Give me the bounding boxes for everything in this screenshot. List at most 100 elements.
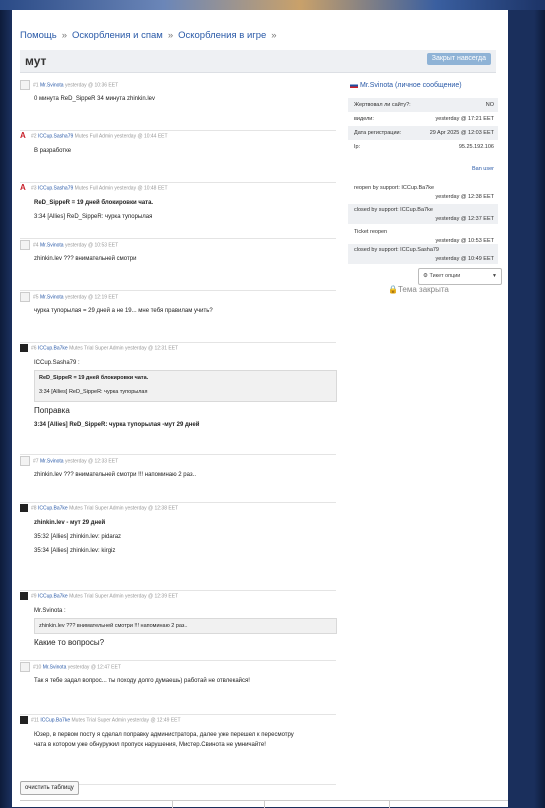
post-number[interactable]: #5	[33, 294, 39, 300]
post-text: чата в котором уже обнуружил пропуск нар…	[34, 742, 266, 748]
post-text: ReD_SippeR = 19 дней блокировки чата.	[34, 200, 154, 206]
post-time: yesterday @ 10:48 EET	[114, 185, 168, 192]
post-text: 3:34 [Allies] ReD_SippeR: чурка тупорыла…	[34, 422, 200, 428]
avatar-icon	[20, 344, 28, 352]
lock-icon: 🔒	[388, 285, 398, 294]
post-role: Mutes Full Admin	[74, 133, 114, 140]
post-text: В разработке	[34, 148, 72, 154]
quote-text: zhinkin.lev ??? внимательней смотри !!! …	[39, 623, 188, 629]
history-entry: closed by support: ICCup.Ba7ke yesterday…	[348, 204, 498, 224]
panel-row-donated: Жертвовал ли сайту?: NO	[348, 98, 498, 112]
post-role: Mutes Full Admin	[74, 185, 114, 192]
post-number[interactable]: #8	[31, 505, 37, 511]
history-action: closed by support: ICCup.Sasha79	[354, 247, 439, 253]
post-text: Mr.Svinota :	[34, 608, 66, 614]
private-message-link[interactable]: (личное сообщение)	[395, 82, 462, 89]
panel-row-label: видели:	[354, 116, 374, 122]
avatar-icon	[20, 504, 28, 512]
post-number[interactable]: #2	[31, 133, 37, 139]
breadcrumb-separator: »	[271, 30, 277, 41]
breadcrumb-insults-in-game[interactable]: Оскорбления в игре	[178, 30, 266, 41]
post-meta: #5 Mr.Svinota yesterday @ 12:19 EET	[20, 292, 118, 302]
post-author[interactable]: Mr.Svinota	[40, 242, 64, 248]
post-time: yesterday @ 12:38 EET	[124, 505, 179, 512]
post-author[interactable]: Mr.Svinota	[43, 664, 67, 670]
post-number[interactable]: #9	[31, 593, 37, 599]
post-text: zhinkin.lev ??? внимательней смотри !!! …	[34, 472, 196, 478]
page-title: мут	[25, 54, 47, 68]
post-author[interactable]: Mr.Svinota	[40, 294, 64, 300]
history-entry: reopen by support: ICCup.Ba7ke yesterday…	[348, 182, 498, 202]
post-meta: #8 ICCup.Ba7ke Mutes Trial Super Admin y…	[20, 504, 178, 514]
breadcrumb-help[interactable]: Помощь	[20, 30, 57, 41]
forum-post: #4 Mr.Svinota yesterday @ 10:53 EET zhink…	[20, 240, 336, 291]
panel-row-value: 29 Apr 2025 @ 12:03 EET	[429, 130, 494, 136]
history-time: yesterday @ 12:37 EET	[435, 216, 494, 222]
post-time: yesterday @ 12:49 EET	[127, 717, 181, 724]
post-author[interactable]: ICCup.Ba7ke	[40, 717, 70, 723]
panel-user-name[interactable]: Mr.Svinota	[360, 82, 393, 89]
clear-table-button[interactable]: очистить таблицу	[20, 781, 79, 795]
ticket-options-select[interactable]: ⚙ Тикет опции ▼	[418, 268, 502, 285]
post-meta: #6 ICCup.Ba7ke Mutes Trial Super Admin y…	[20, 344, 178, 354]
history-action: reopen by support: ICCup.Ba7ke	[354, 185, 435, 191]
breadcrumb-insults-spam[interactable]: Оскорбления и спам	[72, 30, 163, 41]
panel-row-label: Ip:	[354, 144, 361, 150]
post-time: yesterday @ 10:44 EET	[114, 133, 168, 140]
post-number[interactable]: #4	[33, 242, 39, 248]
post-number[interactable]: #3	[31, 185, 37, 191]
iccup-logo-icon: A	[20, 183, 26, 192]
avatar-icon	[20, 80, 30, 90]
closed-forever-button[interactable]: Закрыт навсегда	[426, 53, 491, 65]
quote-text: 3:34 [Allies] ReD_SippeR: чурка тупорыла…	[39, 389, 148, 395]
panel-row-label: Дата регистрации:	[354, 130, 402, 136]
quote-text: ReD_SippeR = 19 дней блокировки чата.	[39, 375, 149, 381]
post-meta: #10 Mr.Svinota yesterday @ 12:47 EET	[20, 662, 121, 672]
panel-row-value: 95.25.192.106	[458, 144, 494, 150]
post-time: yesterday @ 10:36 EET	[64, 82, 119, 89]
panel-row-ip: Ip: 95.25.192.106	[348, 140, 498, 154]
history-action: Ticket reopen	[354, 229, 388, 235]
post-time: yesterday @ 12:47 EET	[67, 664, 121, 671]
post-role: Mutes Trial Super Admin	[69, 505, 124, 512]
quote-block: zhinkin.lev ??? внимательней смотри !!! …	[34, 618, 337, 634]
post-number[interactable]: #11	[31, 717, 39, 723]
post-author[interactable]: ICCup.Ba7ke	[38, 345, 68, 351]
avatar-icon	[20, 456, 30, 466]
post-number[interactable]: #1	[33, 82, 39, 88]
panel-row-registered: Дата регистрации: 29 Apr 2025 @ 12:03 EE…	[348, 126, 498, 140]
forum-post: #5 Mr.Svinota yesterday @ 12:19 EET чурка…	[20, 292, 336, 343]
post-number[interactable]: #6	[31, 345, 37, 351]
post-text: Поправка	[34, 406, 70, 415]
forum-post: A #3 ICCup.Sasha79 Mutes Full Admin yeste…	[20, 184, 336, 239]
ban-user-link[interactable]: Ban user	[472, 166, 494, 172]
post-time: yesterday @ 12:39 EET	[124, 593, 179, 600]
forum-post: #11 ICCup.Ba7ke Mutes Trial Super Admin …	[20, 716, 336, 785]
post-role: Mutes Trial Super Admin	[71, 717, 126, 724]
history-time: yesterday @ 10:49 EET	[435, 256, 494, 262]
post-text: zhinkin.lev - мут 29 дней	[34, 520, 106, 526]
post-time: yesterday @ 12:33 EET	[64, 458, 119, 465]
forum-post: A #2 ICCup.Sasha79 Mutes Full Admin yeste…	[20, 132, 336, 183]
post-author[interactable]: ICCup.Ba7ke	[38, 593, 68, 599]
post-text: Так я тебе задал вопрос... ты походу дол…	[34, 678, 250, 684]
forum-post: #1 Mr.Svinota yesterday @ 10:36 EET 0 мин…	[20, 80, 336, 131]
panel-row-value: NO	[485, 102, 494, 108]
quote-block: ReD_SippeR = 19 дней блокировки чата. 3:3…	[34, 370, 337, 402]
post-text: 0 минута ReD_SippeR 34 минута zhinkin.le…	[34, 96, 155, 102]
avatar-icon	[20, 662, 30, 672]
post-number[interactable]: #10	[33, 664, 41, 670]
breadcrumb: Помощь » Оскорбления и спам » Оскорбления в …	[20, 30, 282, 41]
post-author[interactable]: ICCup.Sasha79	[38, 133, 73, 139]
post-author[interactable]: ICCup.Sasha79	[38, 185, 73, 191]
post-number[interactable]: #7	[33, 458, 39, 464]
panel-row-last-seen: видели: yesterday @ 17:21 EET	[348, 112, 498, 126]
panel-user[interactable]: Mr.Svinota (личное сообщение)	[350, 82, 462, 89]
post-author[interactable]: ICCup.Ba7ke	[38, 505, 68, 511]
post-text: 35:34 [Allies] zhinkin.lev: kirgiz	[34, 548, 116, 554]
forum-post: #9 ICCup.Ba7ke Mutes Trial Super Admin y…	[20, 592, 337, 661]
post-author[interactable]: Mr.Svinota	[40, 458, 64, 464]
post-time: yesterday @ 10:53 EET	[64, 242, 119, 249]
post-author[interactable]: Mr.Svinota	[40, 82, 64, 88]
post-text: ICCup.Sasha79 :	[34, 360, 80, 366]
